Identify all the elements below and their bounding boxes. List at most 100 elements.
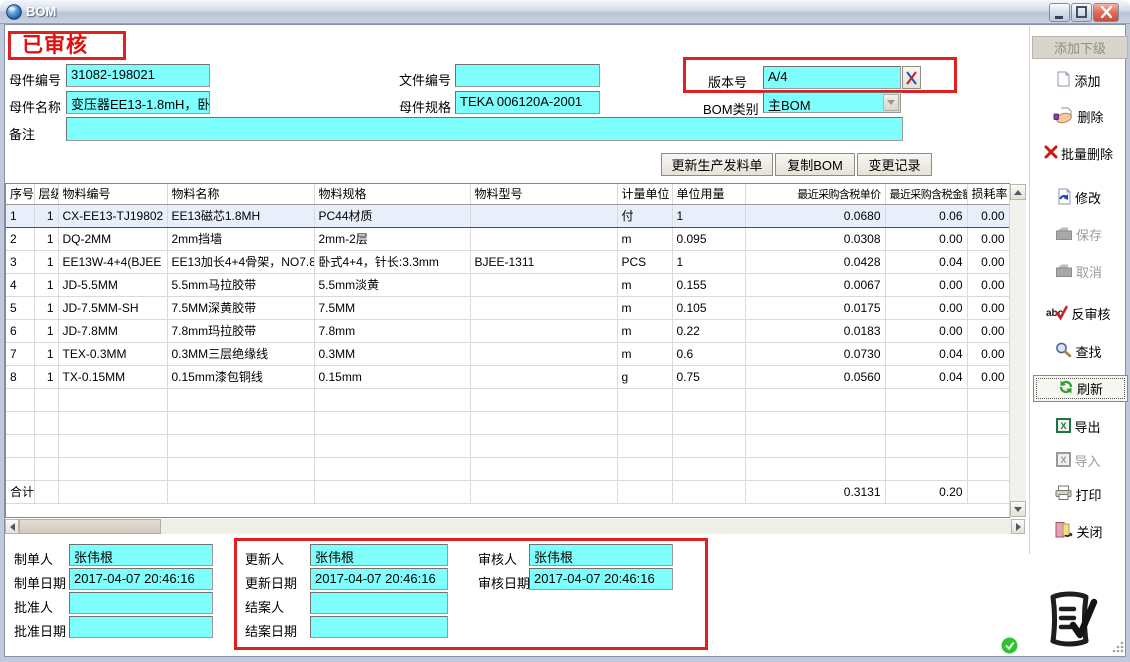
table-cell[interactable]: 合计 <box>6 480 34 503</box>
table-cell[interactable]: 1 <box>672 250 745 273</box>
table-cell[interactable]: 0.22 <box>672 319 745 342</box>
closer-field[interactable] <box>310 592 448 614</box>
sidebar-item-find[interactable]: 查找 <box>1030 340 1127 363</box>
scroll-down-button[interactable] <box>1010 501 1026 517</box>
table-cell[interactable]: JD-7.5MM-SH <box>58 296 167 319</box>
parent-spec-field[interactable]: TEKA 006120A-2001 <box>455 91 600 114</box>
table-cell[interactable]: 0.00 <box>885 273 967 296</box>
table-cell[interactable] <box>967 480 1009 503</box>
maximize-button[interactable] <box>1071 3 1092 22</box>
update-date-field[interactable]: 2017-04-07 20:46:16 <box>310 568 448 590</box>
table-cell[interactable]: 5.5mm淡黄 <box>314 273 470 296</box>
table-cell[interactable] <box>58 457 167 480</box>
table-cell[interactable]: 7.5MM <box>314 296 470 319</box>
table-cell[interactable]: EE13W-4+4(BJEE <box>58 250 167 273</box>
table-cell[interactable] <box>58 411 167 434</box>
sidebar-item-print[interactable]: 打印 <box>1030 483 1127 506</box>
scrollbar-thumb[interactable] <box>19 519 161 534</box>
table-cell[interactable]: TX-0.15MM <box>58 365 167 388</box>
table-cell[interactable]: 0.3MM <box>314 342 470 365</box>
table-row[interactable]: 41JD-5.5MM5.5mm马拉胶带5.5mm淡黄m0.1550.00670.… <box>6 273 1009 296</box>
table-cell[interactable]: 0.095 <box>672 227 745 250</box>
table-cell[interactable] <box>470 204 617 227</box>
audit-date-field[interactable]: 2017-04-07 20:46:16 <box>529 568 673 590</box>
column-header[interactable]: 层级 <box>34 184 58 204</box>
table-cell[interactable] <box>34 457 58 480</box>
table-cell[interactable]: EE13磁芯1.8MH <box>167 204 314 227</box>
table-row[interactable]: 81TX-0.15MM0.15mm漆包铜线0.15mmg0.750.05600.… <box>6 365 1009 388</box>
scroll-up-button[interactable] <box>1010 184 1026 200</box>
table-cell[interactable] <box>470 273 617 296</box>
table-cell[interactable] <box>967 388 1009 411</box>
sidebar-item-unaudit[interactable]: abc 反审核 <box>1030 303 1127 324</box>
table-cell[interactable] <box>672 480 745 503</box>
table-cell[interactable]: 0.0428 <box>745 250 885 273</box>
table-cell[interactable] <box>617 411 672 434</box>
table-cell[interactable]: 0.04 <box>885 250 967 273</box>
table-cell[interactable] <box>885 388 967 411</box>
table-cell[interactable]: 1 <box>34 342 58 365</box>
table-cell[interactable] <box>6 457 34 480</box>
table-cell[interactable]: 0.6 <box>672 342 745 365</box>
table-cell[interactable] <box>167 411 314 434</box>
table-cell[interactable]: 1 <box>34 204 58 227</box>
table-cell[interactable] <box>967 457 1009 480</box>
table-cell[interactable]: m <box>617 296 672 319</box>
table-cell[interactable] <box>745 411 885 434</box>
table-cell[interactable]: 0.0680 <box>745 204 885 227</box>
column-header[interactable]: 物料名称 <box>167 184 314 204</box>
column-header[interactable]: 最近采购含税单价 <box>745 184 885 204</box>
table-cell[interactable] <box>617 480 672 503</box>
table-cell[interactable]: 1 <box>34 273 58 296</box>
table-cell[interactable] <box>745 457 885 480</box>
close-date-field[interactable] <box>310 616 448 638</box>
table-cell[interactable]: m <box>617 319 672 342</box>
table-cell[interactable]: g <box>617 365 672 388</box>
table-cell[interactable]: 1 <box>34 319 58 342</box>
table-cell[interactable]: 3 <box>6 250 34 273</box>
sidebar-item-add-child[interactable]: 添加下级 <box>1032 36 1128 59</box>
table-cell[interactable]: 0.00 <box>967 227 1009 250</box>
sidebar-item-refresh[interactable]: 刷新 <box>1033 375 1128 402</box>
table-cell[interactable] <box>885 457 967 480</box>
column-header[interactable]: 最近采购含税金额 <box>885 184 967 204</box>
table-cell[interactable] <box>314 480 470 503</box>
parent-name-field[interactable]: 变压器EE13-1.8mH，卧式 <box>66 91 210 114</box>
horizontal-scrollbar[interactable] <box>5 519 1025 534</box>
table-cell[interactable] <box>167 457 314 480</box>
table-cell[interactable] <box>167 388 314 411</box>
column-header[interactable]: 计量单位 <box>617 184 672 204</box>
scroll-right-button[interactable] <box>1011 519 1025 534</box>
table-cell[interactable]: 卧式4+4，针长:3.3mm <box>314 250 470 273</box>
table-cell[interactable] <box>470 227 617 250</box>
table-cell[interactable]: 0.00 <box>967 204 1009 227</box>
table-cell[interactable]: 0.00 <box>967 250 1009 273</box>
table-cell[interactable]: 1 <box>34 365 58 388</box>
close-button[interactable] <box>1093 3 1119 22</box>
table-cell[interactable]: EE13加长4+4骨架，NO7.8 <box>167 250 314 273</box>
table-cell[interactable]: 0.0183 <box>745 319 885 342</box>
table-cell[interactable]: 0.0730 <box>745 342 885 365</box>
table-cell[interactable] <box>617 457 672 480</box>
table-cell[interactable] <box>470 319 617 342</box>
table-cell[interactable]: 0.00 <box>967 296 1009 319</box>
table-cell[interactable] <box>617 388 672 411</box>
table-cell[interactable]: 付 <box>617 204 672 227</box>
table-cell[interactable]: 7.8mm <box>314 319 470 342</box>
table-cell[interactable]: 1 <box>34 296 58 319</box>
table-cell[interactable] <box>34 434 58 457</box>
table-cell[interactable]: 0.00 <box>885 319 967 342</box>
table-cell[interactable]: 0.00 <box>967 319 1009 342</box>
copy-bom-button[interactable]: 复制BOM <box>775 153 855 176</box>
table-cell[interactable]: 1 <box>34 227 58 250</box>
table-cell[interactable]: 5.5mm马拉胶带 <box>167 273 314 296</box>
create-date-field[interactable]: 2017-04-07 20:46:16 <box>69 568 213 590</box>
table-cell[interactable]: 0.06 <box>885 204 967 227</box>
table-cell[interactable]: 0.0067 <box>745 273 885 296</box>
table-cell[interactable] <box>967 411 1009 434</box>
table-cell[interactable] <box>167 480 314 503</box>
auditor-field[interactable]: 张伟根 <box>529 544 673 566</box>
table-cell[interactable] <box>967 434 1009 457</box>
table-cell[interactable] <box>58 480 167 503</box>
table-cell[interactable]: 5 <box>6 296 34 319</box>
